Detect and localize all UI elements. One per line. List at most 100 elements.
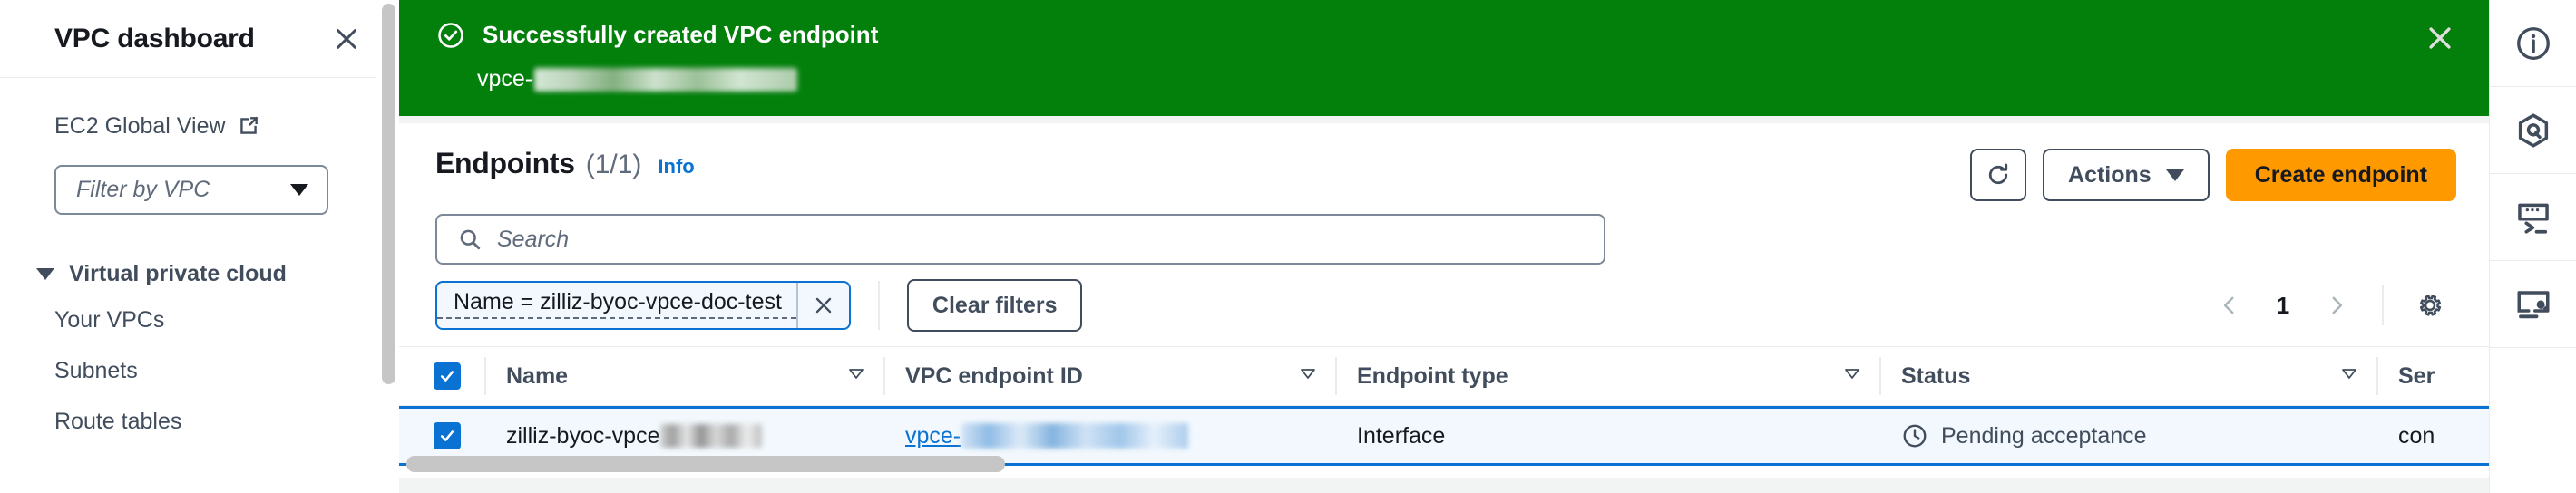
vpc-endpoint-id-link[interactable]: vpce- [905, 423, 961, 450]
column-header-service-name[interactable]: Ser [2378, 346, 2489, 406]
sort-icon[interactable] [1841, 362, 1863, 391]
check-icon [440, 371, 454, 382]
cloudshell-button[interactable] [2490, 174, 2576, 261]
sidebar-item-route-tables[interactable]: Route tables [0, 396, 399, 447]
close-icon [815, 297, 832, 314]
pagination: 1 [2204, 279, 2456, 332]
clear-filters-button[interactable]: Clear filters [906, 279, 1083, 332]
sidebar-body: EC2 Global View Filter by VPC Virtual pr… [0, 78, 399, 447]
endpoints-card: Endpoints (1/1) Info Actions Create endp… [399, 123, 2489, 493]
column-header-endpoint-type[interactable]: Endpoint type [1337, 346, 1881, 406]
sort-icon[interactable] [1297, 362, 1319, 391]
column-header-label: Name [506, 362, 569, 389]
status-badge: Pending acceptance [1901, 422, 2147, 450]
troubleshoot-monitor-icon [2517, 290, 2549, 318]
column-header-vpc-endpoint-id[interactable]: VPC endpoint ID [885, 346, 1337, 406]
filter-token[interactable]: Name = zilliz-byoc-vpce-doc-test [435, 281, 851, 330]
check-circle-icon [437, 22, 464, 53]
gear-icon [2420, 295, 2442, 316]
info-link[interactable]: Info [658, 155, 694, 179]
column-header-label: VPC endpoint ID [905, 362, 1083, 389]
close-icon [2429, 27, 2451, 49]
table-horizontal-scrollbar[interactable] [399, 451, 2489, 477]
chevron-right-icon [2332, 296, 2343, 314]
endpoints-table: Name VPC endpoint ID Endpoint type Statu… [399, 346, 2489, 466]
row-checkbox[interactable] [434, 422, 461, 450]
sidebar-item-subnets[interactable]: Subnets [0, 345, 399, 396]
pagination-page-1[interactable]: 1 [2262, 292, 2304, 320]
success-flashbar: Successfully created VPC endpoint vpce- [399, 0, 2489, 116]
clock-icon [1903, 424, 1927, 448]
chevron-down-icon [36, 267, 54, 280]
check-icon [440, 430, 454, 441]
vpc-filter-select[interactable]: Filter by VPC [54, 165, 328, 215]
main-content: Successfully created VPC endpoint vpce- … [399, 0, 2489, 493]
chevron-left-icon [2223, 296, 2234, 314]
pagination-next-button[interactable] [2311, 280, 2362, 331]
column-header-name[interactable]: Name [486, 346, 885, 406]
sidebar-close-button[interactable] [327, 19, 366, 59]
redacted-endpoint-id [534, 67, 798, 92]
card-title-row: Endpoints (1/1) Info [435, 147, 695, 180]
chevron-down-icon [2165, 169, 2184, 181]
create-endpoint-button[interactable]: Create endpoint [2225, 149, 2456, 201]
flashbar-text: Successfully created VPC endpoint [483, 20, 2456, 50]
external-link-icon [239, 116, 258, 134]
scrollbar-thumb[interactable] [382, 4, 395, 384]
flashbar-dismiss-button[interactable] [2418, 16, 2462, 60]
select-all-cell [399, 346, 486, 406]
status-text: Pending acceptance [1941, 422, 2147, 449]
pagination-prev-button[interactable] [2204, 280, 2255, 331]
cloudshell-icon [2517, 203, 2549, 234]
column-header-label: Ser [2398, 362, 2435, 389]
sidebar-item-your-vpcs[interactable]: Your VPCs [0, 295, 399, 345]
refresh-button[interactable] [1970, 149, 2027, 201]
filter-row: Name = zilliz-byoc-vpce-doc-test Clear f… [399, 265, 2489, 332]
card-bottom-strip [399, 478, 2489, 493]
amazon-q-button[interactable] [2490, 87, 2576, 174]
flashbar-detail-prefix: vpce- [477, 66, 533, 92]
amazon-q-icon [2518, 112, 2548, 148]
column-header-label: Endpoint type [1357, 362, 1508, 389]
table-preferences-button[interactable] [2404, 279, 2456, 332]
search-input[interactable]: Search [435, 214, 1605, 265]
help-panel-button[interactable] [2490, 0, 2576, 87]
search-icon [460, 229, 481, 250]
vpc-filter-placeholder: Filter by VPC [76, 177, 210, 202]
chevron-down-icon [290, 184, 308, 196]
sidebar-group-virtual-private-cloud[interactable]: Virtual private cloud [0, 253, 399, 295]
search-placeholder: Search [497, 226, 570, 252]
close-icon [337, 28, 356, 49]
cell-name-text: zilliz-byoc-vpce [506, 422, 660, 449]
info-circle-icon [2516, 26, 2550, 60]
filter-left: Name = zilliz-byoc-vpce-doc-test Clear f… [435, 279, 1083, 332]
redacted-endpoint-id-suffix [961, 423, 1189, 449]
sidebar-header: VPC dashboard [0, 0, 399, 78]
sort-icon[interactable] [2338, 362, 2360, 391]
search-wrap: Search [399, 201, 2489, 265]
troubleshoot-button[interactable] [2490, 261, 2576, 348]
flashbar-row: Successfully created VPC endpoint [437, 20, 2456, 53]
refresh-icon [1988, 163, 2008, 185]
sidebar: VPC dashboard EC2 Global View Filter by … [0, 0, 399, 493]
sidebar-group-label: Virtual private cloud [69, 260, 287, 286]
sort-icon[interactable] [845, 362, 867, 391]
scrollbar-thumb[interactable] [406, 456, 1005, 472]
vpc-filter-wrap: Filter by VPC [0, 147, 399, 215]
divider [2382, 285, 2384, 325]
sidebar-vertical-scrollbar[interactable] [376, 0, 399, 493]
actions-label: Actions [2068, 161, 2152, 188]
filter-token-label: Name = zilliz-byoc-vpce-doc-test [437, 286, 796, 319]
filter-token-remove-button[interactable] [795, 283, 849, 328]
flashbar-title: Successfully created VPC endpoint [483, 21, 879, 48]
select-all-checkbox[interactable] [434, 362, 461, 390]
card-title: Endpoints [435, 147, 575, 179]
page-title: VPC dashboard [54, 23, 255, 53]
actions-dropdown-button[interactable]: Actions [2043, 149, 2210, 201]
aws-vpc-console-screen: VPC dashboard EC2 Global View Filter by … [0, 0, 2576, 493]
right-icon-rail [2489, 0, 2576, 493]
redacted-name-suffix [660, 424, 763, 448]
column-header-status[interactable]: Status [1881, 346, 2378, 406]
column-header-label: Status [1901, 362, 1971, 389]
sidebar-item-ec2-global-view[interactable]: EC2 Global View [0, 105, 399, 147]
